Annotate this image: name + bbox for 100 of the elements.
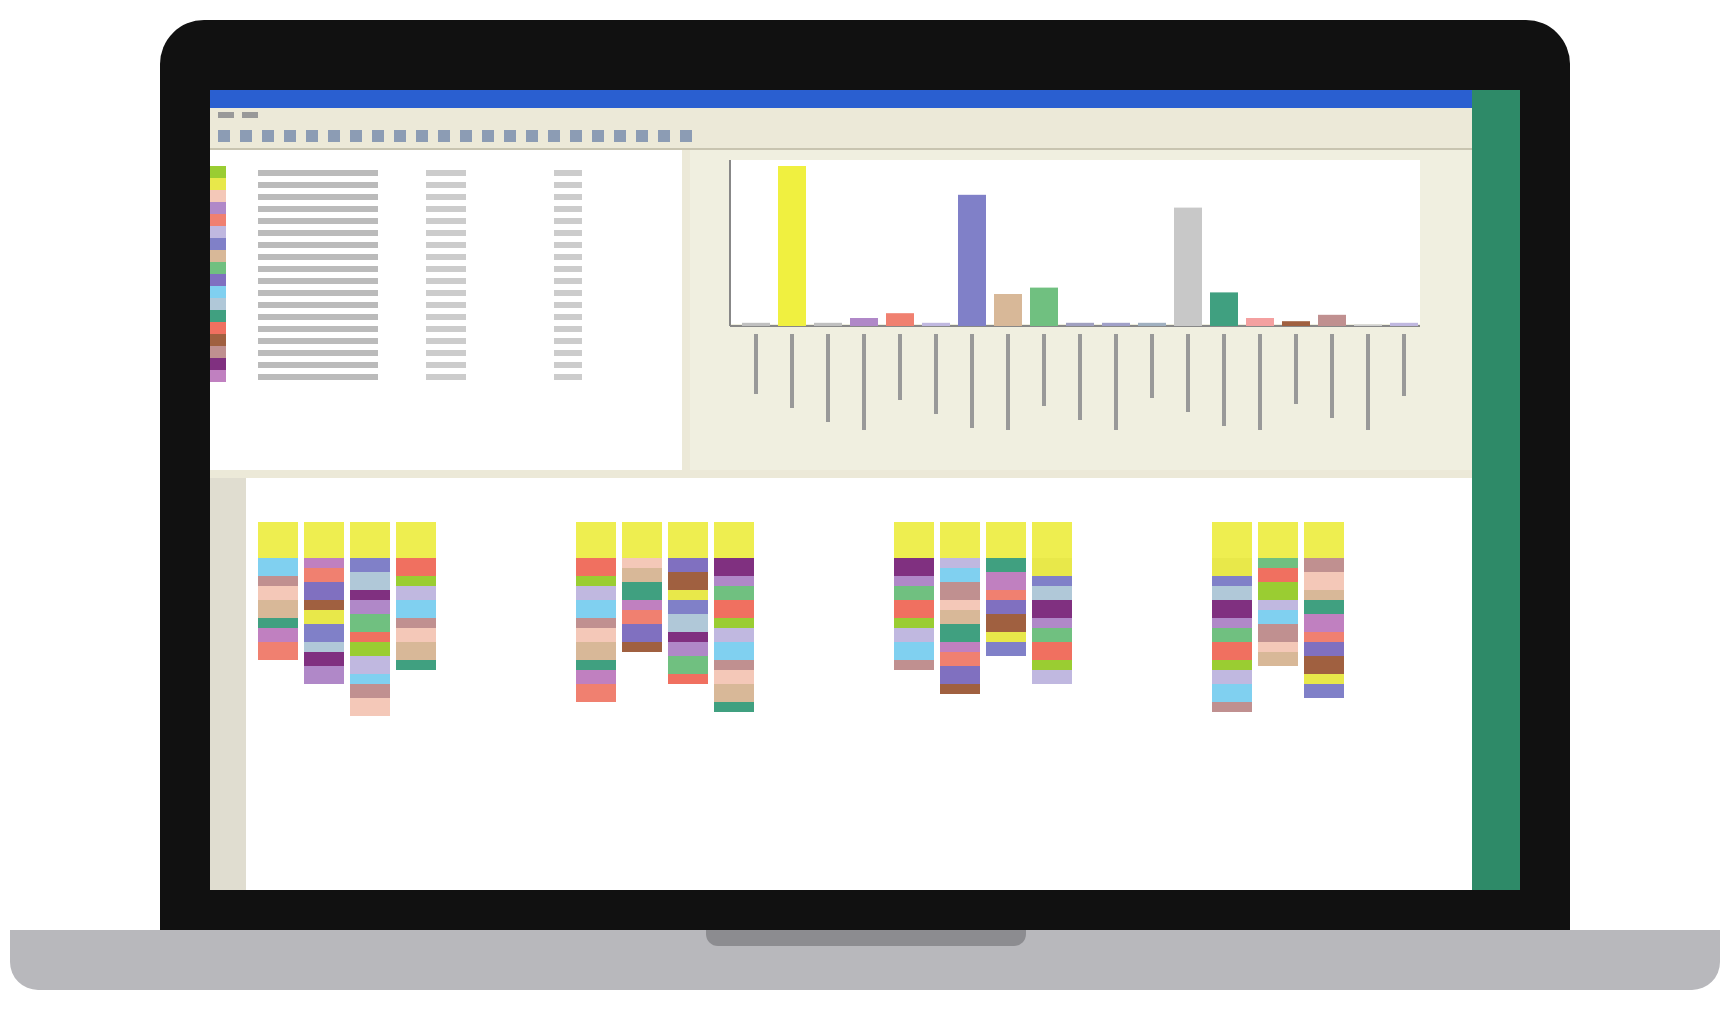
chart-bar xyxy=(1282,321,1310,326)
text-bar xyxy=(426,337,466,343)
schedule-block xyxy=(1304,522,1344,540)
text-bar xyxy=(426,217,466,223)
text-bar xyxy=(258,205,378,211)
axis-label-bar xyxy=(1150,334,1154,398)
text-bar xyxy=(258,229,378,235)
axis-label-bar xyxy=(790,334,794,408)
text-bar xyxy=(554,337,582,343)
text-bar xyxy=(258,241,378,247)
axis-label-bar xyxy=(826,334,830,422)
schedule-block xyxy=(1212,540,1252,558)
text-bar xyxy=(258,337,378,343)
text-bar xyxy=(554,349,582,355)
text-bar xyxy=(426,253,466,259)
text-bar xyxy=(426,193,466,199)
schedule-block xyxy=(576,522,616,540)
schedule-block xyxy=(350,540,390,558)
text-bar xyxy=(554,373,582,379)
schedule-block xyxy=(258,522,298,540)
text-bar xyxy=(426,181,466,187)
text-bar xyxy=(426,349,466,355)
axis-label-bar xyxy=(862,334,866,430)
text-bar xyxy=(554,169,582,175)
text-bar xyxy=(426,361,466,367)
chart-bar xyxy=(1174,207,1202,326)
text-bar xyxy=(554,361,582,367)
axis-label-bar xyxy=(1006,334,1010,430)
chart-bar xyxy=(994,294,1022,326)
schedule-block xyxy=(714,522,754,540)
text-bar xyxy=(426,169,466,175)
text-bar xyxy=(258,169,378,175)
schedule-block xyxy=(714,540,754,558)
text-bar xyxy=(258,313,378,319)
schedule-block xyxy=(350,522,390,540)
chart-bar xyxy=(958,194,986,326)
schedule-block xyxy=(894,540,934,558)
schedule-block xyxy=(1304,540,1344,558)
schedule-block xyxy=(258,540,298,558)
schedule-block xyxy=(1212,522,1252,540)
schedule-block xyxy=(940,522,980,540)
schedule-block xyxy=(304,666,344,684)
text-bar xyxy=(426,265,466,271)
axis-label-bar xyxy=(1186,334,1190,412)
text-bar xyxy=(554,313,582,319)
text-bar xyxy=(554,289,582,295)
schedule-block xyxy=(986,540,1026,558)
text-bar xyxy=(258,217,378,223)
text-bar xyxy=(426,289,466,295)
axis-label-bar xyxy=(1294,334,1298,404)
text-bar xyxy=(426,301,466,307)
text-bar xyxy=(258,265,378,271)
axis-label-bar xyxy=(1366,334,1370,430)
chart-bar xyxy=(1246,318,1274,326)
axis-label-bar xyxy=(1330,334,1334,418)
schedule-block xyxy=(622,522,662,540)
text-bar xyxy=(258,253,378,259)
schedule-block xyxy=(894,522,934,540)
axis-label-bar xyxy=(1222,334,1226,426)
text-bar xyxy=(426,313,466,319)
schedule-block xyxy=(1032,522,1072,540)
text-bar xyxy=(554,301,582,307)
schedule-block xyxy=(258,642,298,660)
axis-label-bar xyxy=(1114,334,1118,430)
schedule-block xyxy=(576,540,616,558)
text-bar xyxy=(554,181,582,187)
text-bar xyxy=(258,373,378,379)
text-bar xyxy=(426,277,466,283)
schedule-block xyxy=(396,540,436,558)
text-bar xyxy=(426,325,466,331)
text-bar xyxy=(426,205,466,211)
axis-label-bar xyxy=(898,334,902,400)
text-bar xyxy=(554,265,582,271)
axis-label-bar xyxy=(1402,334,1406,396)
chart-bar xyxy=(850,318,878,326)
schedule-block xyxy=(1032,540,1072,558)
chart-bar xyxy=(1030,287,1058,326)
text-bar xyxy=(258,277,378,283)
text-bar xyxy=(426,241,466,247)
text-bar xyxy=(258,349,378,355)
text-bar xyxy=(258,289,378,295)
axis-label-bar xyxy=(934,334,938,414)
chart-bar xyxy=(1210,292,1238,326)
text-bar xyxy=(554,241,582,247)
text-bar xyxy=(258,181,378,187)
schedule-block xyxy=(1258,522,1298,540)
text-bar xyxy=(554,325,582,331)
text-bar xyxy=(426,373,466,379)
axis-label-bar xyxy=(1042,334,1046,406)
text-bar xyxy=(258,193,378,199)
axis-label-bar xyxy=(1258,334,1262,430)
text-bar xyxy=(554,229,582,235)
chart-bar xyxy=(886,313,914,326)
text-bar xyxy=(554,277,582,283)
schedule-block xyxy=(668,522,708,540)
text-bar xyxy=(258,301,378,307)
text-bar xyxy=(426,229,466,235)
text-bar xyxy=(554,193,582,199)
text-bar xyxy=(258,325,378,331)
schedule-block xyxy=(350,698,390,716)
